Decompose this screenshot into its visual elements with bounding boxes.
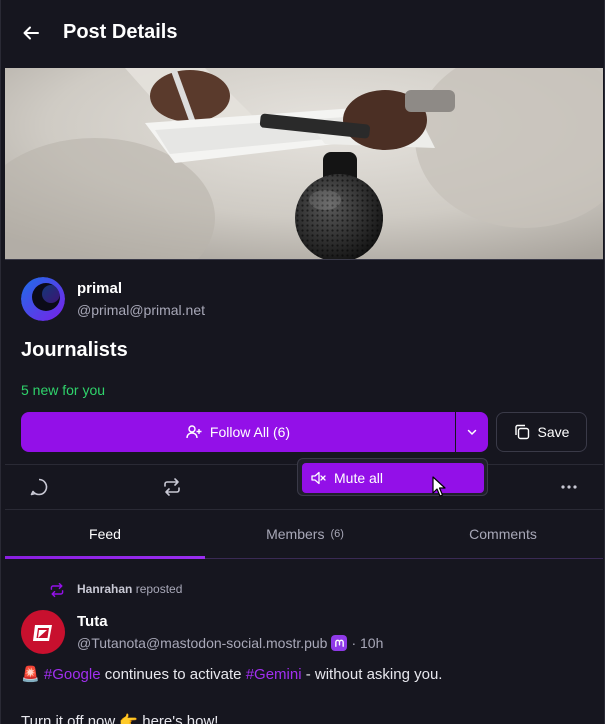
new-count-label: 5 new for you [21,382,106,398]
tab-label: Feed [89,526,121,542]
user-plus-icon [186,425,202,439]
post-text-segment: continues to activate [104,666,242,683]
post-time: · 10h [351,635,384,651]
active-tab-indicator [5,556,205,559]
save-label: Save [537,424,570,440]
chevron-down-icon [467,429,477,436]
tab-label: Members [266,526,325,542]
post-author-name[interactable]: Tuta [77,613,108,630]
post-body: 🚨 #Google continues to activate #Gemini … [21,665,442,683]
author-avatar[interactable] [21,277,65,321]
author-handle: @primal@primal.net [77,302,206,318]
follow-options-toggle[interactable] [456,412,488,452]
arrow-left-icon [23,26,39,40]
siren-emoji: 🚨 [21,666,40,683]
repost-button[interactable] [161,476,183,498]
tuta-logo-icon [33,625,52,641]
hashtag-link[interactable]: #Gemini [246,666,302,683]
copy-icon [514,424,529,440]
author-name[interactable]: primal [77,280,122,297]
tab-feed[interactable]: Feed [5,510,205,558]
back-button[interactable] [21,23,41,43]
hashtag-link[interactable]: #Google [44,666,101,683]
post-author-meta: @Tutanota@mastodon-social.mostr.pub · 10… [77,635,383,651]
header: Post Details [1,0,604,68]
follow-all-label: Follow All (6) [209,424,291,440]
follow-all-button[interactable]: Follow All (6) [21,412,455,452]
ellipsis-icon [561,485,577,489]
save-button[interactable]: Save [496,412,587,452]
mute-all-label: Mute all [334,470,384,486]
mute-all-menu-item[interactable]: Mute all [302,463,484,493]
mouse-cursor-icon [432,476,446,497]
reply-button[interactable] [28,476,50,498]
post-author-handle: @Tutanota@mastodon-social.mostr.pub [77,635,328,651]
follow-options-menu: Mute all [297,458,488,496]
repost-attribution: Hanrahan reposted [77,582,182,596]
app-frame: Post Details primal @primal@primal.net J… [0,0,605,724]
reposter-name[interactable]: Hanrahan [77,582,132,596]
list-title: Journalists [21,339,128,361]
repost-indicator-icon [50,582,64,598]
post-body-line-2: Turn it off now 👉 here's how! [21,713,219,724]
reposted-label: reposted [135,582,183,596]
list-banner-image [5,68,603,260]
tab-count: (6) [330,528,344,540]
tab-label: Comments [469,526,537,542]
post-text-segment: - without asking you. [305,666,443,683]
comment-icon [30,478,48,496]
page-title: Post Details [63,21,178,43]
mastodon-icon [331,635,348,651]
more-options-button[interactable] [558,476,580,498]
speaker-mute-icon [311,471,326,485]
post-author-avatar[interactable] [21,610,65,654]
repost-icon [164,478,180,496]
tab-members[interactable]: Members (6) [205,510,405,558]
tab-comments[interactable]: Comments [403,510,603,558]
